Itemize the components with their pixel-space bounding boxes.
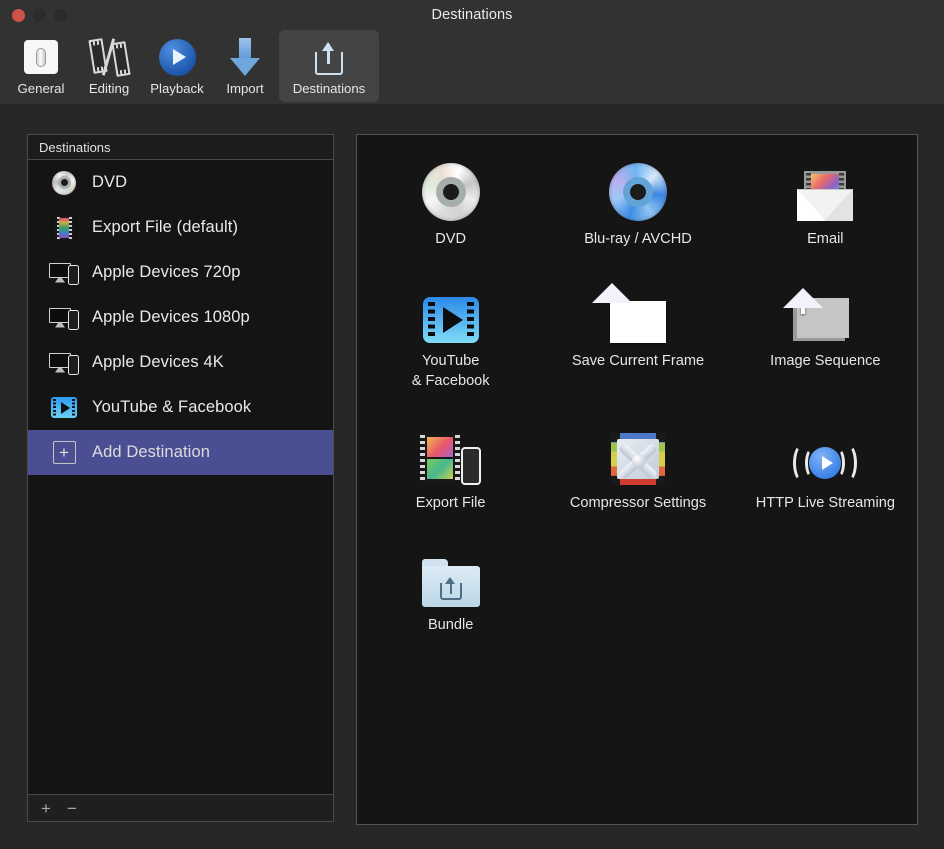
play-circle-icon	[158, 36, 196, 78]
tab-import[interactable]: Import	[211, 30, 279, 102]
video-play-icon	[48, 397, 80, 418]
window-controls	[12, 0, 67, 30]
close-button[interactable]	[12, 8, 25, 22]
toggle-switch-icon	[24, 36, 58, 78]
dvd-disc-icon	[421, 159, 480, 221]
dvd-disc-icon	[48, 170, 80, 195]
sidebar-item-youtube-facebook[interactable]: YouTube & Facebook	[28, 385, 333, 430]
tab-import-label: Import	[226, 81, 264, 96]
destination-label: Save Current Frame	[571, 353, 705, 370]
sidebar-item-label: Add Destination	[92, 443, 210, 461]
sidebar-item-label: YouTube & Facebook	[92, 398, 252, 416]
folder-share-icon	[421, 545, 480, 607]
devices-icon	[48, 261, 80, 285]
tab-general-label: General	[17, 81, 65, 96]
tab-playback-label: Playback	[150, 81, 204, 96]
devices-icon	[48, 351, 80, 375]
destination-bundle[interactable]: Bundle	[357, 537, 544, 635]
destination-chooser-panel: DVD Blu-ray / AVCHD Email YouTube & Face…	[356, 134, 918, 825]
sidebar-item-label: Apple Devices 1080p	[92, 308, 250, 326]
photo-stack-icon	[793, 281, 857, 343]
destinations-list[interactable]: DVD Export File (default) Apple Devices …	[27, 160, 334, 795]
window-title: Destinations	[431, 7, 513, 23]
sidebar-header: Destinations	[27, 134, 334, 160]
sidebar-item-export-file-default[interactable]: Export File (default)	[28, 205, 333, 250]
tab-destinations-label: Destinations	[292, 81, 366, 96]
window-titlebar: Destinations	[0, 0, 944, 30]
destination-http-live-streaming[interactable]: HTTP Live Streaming	[732, 415, 919, 513]
remove-destination-button[interactable]: −	[67, 800, 77, 817]
destination-label: YouTube & Facebook	[411, 353, 490, 389]
sidebar-item-apple-devices-4k[interactable]: Apple Devices 4K	[28, 340, 333, 385]
destination-bluray-avchd[interactable]: Blu-ray / AVCHD	[544, 151, 731, 249]
destination-label: Bundle	[427, 617, 474, 633]
film-device-icon	[418, 423, 483, 485]
share-export-icon	[312, 36, 346, 78]
destination-grid: DVD Blu-ray / AVCHD Email YouTube & Face…	[357, 151, 919, 635]
destination-label: Blu-ray / AVCHD	[584, 231, 692, 247]
destination-image-sequence[interactable]: Image Sequence	[732, 273, 919, 391]
broadcast-play-icon	[787, 423, 863, 485]
tab-general[interactable]: General	[7, 30, 75, 102]
tab-editing[interactable]: Editing	[75, 30, 143, 102]
destination-label: Compressor Settings	[569, 494, 707, 511]
preferences-content: Destinations DVD Export File (default) A	[0, 104, 944, 849]
compressor-icon	[609, 423, 667, 485]
tab-destinations[interactable]: Destinations	[279, 30, 379, 102]
sidebar-item-apple-devices-720p[interactable]: Apple Devices 720p	[28, 250, 333, 295]
plus-box-icon: +	[48, 441, 80, 464]
destination-label: DVD	[435, 231, 467, 247]
maximize-button[interactable]	[54, 8, 67, 22]
destination-youtube-facebook[interactable]: YouTube & Facebook	[357, 273, 544, 391]
sidebar-item-label: Apple Devices 4K	[92, 353, 224, 371]
filmstrip-icon	[88, 36, 131, 78]
envelope-icon	[793, 159, 857, 221]
destination-save-current-frame[interactable]: Save Current Frame	[544, 273, 731, 391]
sidebar-footer: + −	[27, 795, 334, 822]
sidebar-item-dvd[interactable]: DVD	[28, 160, 333, 205]
destination-label: Email	[807, 231, 844, 247]
video-play-icon	[422, 281, 479, 344]
bluray-disc-icon	[608, 159, 667, 221]
tab-playback[interactable]: Playback	[143, 30, 211, 102]
destination-compressor-settings[interactable]: Compressor Settings	[544, 415, 731, 513]
destination-label: Image Sequence	[770, 353, 881, 370]
down-arrow-icon	[228, 36, 262, 78]
filmstrip-icon	[48, 215, 80, 240]
preferences-toolbar: General Editing Playback Import Destinat…	[0, 30, 944, 104]
devices-icon	[48, 306, 80, 330]
minimize-button[interactable]	[33, 8, 46, 22]
tab-editing-label: Editing	[88, 81, 130, 96]
sidebar-item-apple-devices-1080p[interactable]: Apple Devices 1080p	[28, 295, 333, 340]
destinations-sidebar: Destinations DVD Export File (default) A	[27, 134, 334, 822]
sidebar-item-add-destination[interactable]: + Add Destination	[28, 430, 333, 475]
destination-email[interactable]: Email	[732, 151, 919, 249]
destination-label: Export File	[415, 494, 486, 511]
add-destination-button[interactable]: +	[41, 800, 51, 817]
photo-icon	[609, 281, 666, 344]
destination-export-file[interactable]: Export File	[357, 415, 544, 513]
destination-dvd[interactable]: DVD	[357, 151, 544, 249]
sidebar-header-label: Destinations	[39, 139, 111, 155]
sidebar-item-label: Apple Devices 720p	[92, 263, 241, 281]
sidebar-item-label: DVD	[92, 173, 128, 191]
destination-label: HTTP Live Streaming	[755, 494, 895, 511]
sidebar-item-label: Export File (default)	[92, 218, 239, 236]
